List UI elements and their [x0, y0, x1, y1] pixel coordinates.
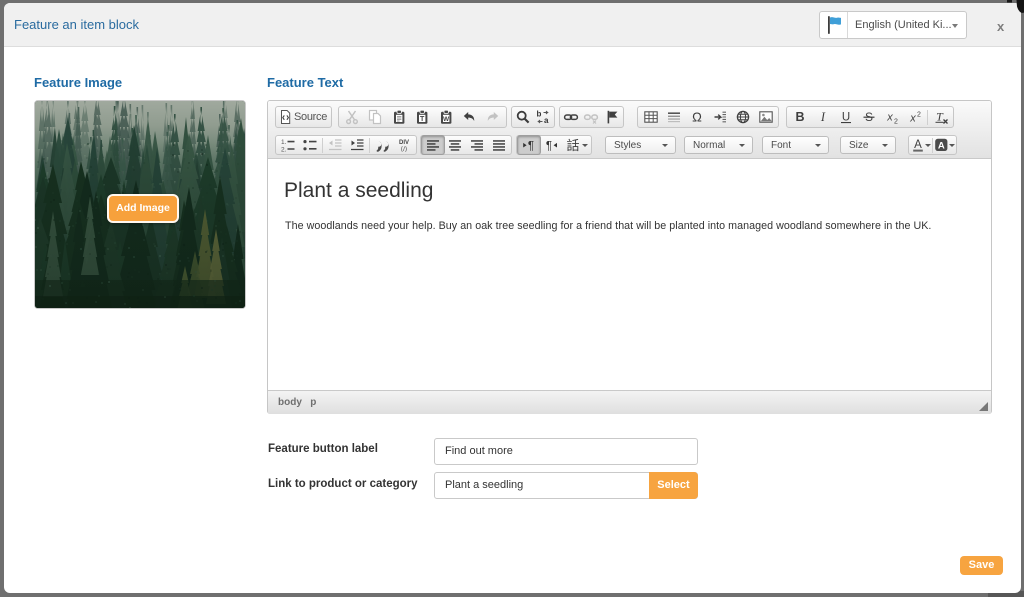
- svg-text:¶: ¶: [546, 141, 552, 153]
- svg-text:⟨/⟩: ⟨/⟩: [401, 145, 408, 153]
- svg-text:x: x: [886, 112, 893, 124]
- svg-text:T: T: [936, 110, 944, 124]
- svg-text:2.: 2.: [281, 147, 287, 154]
- svg-text:A: A: [914, 139, 922, 151]
- svg-text:¶: ¶: [528, 141, 534, 153]
- svg-text:U: U: [841, 112, 849, 124]
- svg-text:1.: 1.: [281, 139, 287, 146]
- svg-text:A: A: [938, 140, 945, 151]
- svg-text:2: 2: [917, 112, 921, 119]
- svg-text:Ω: Ω: [692, 110, 702, 125]
- svg-text:W: W: [443, 116, 450, 123]
- svg-text:b: b: [536, 110, 541, 119]
- svg-text:x: x: [909, 113, 916, 125]
- svg-text:I: I: [819, 110, 825, 124]
- svg-text:T: T: [420, 116, 425, 123]
- svg-text:B: B: [795, 110, 804, 124]
- svg-text:2: 2: [894, 119, 898, 126]
- svg-text:話: 話: [566, 138, 579, 153]
- svg-text:a: a: [544, 116, 549, 125]
